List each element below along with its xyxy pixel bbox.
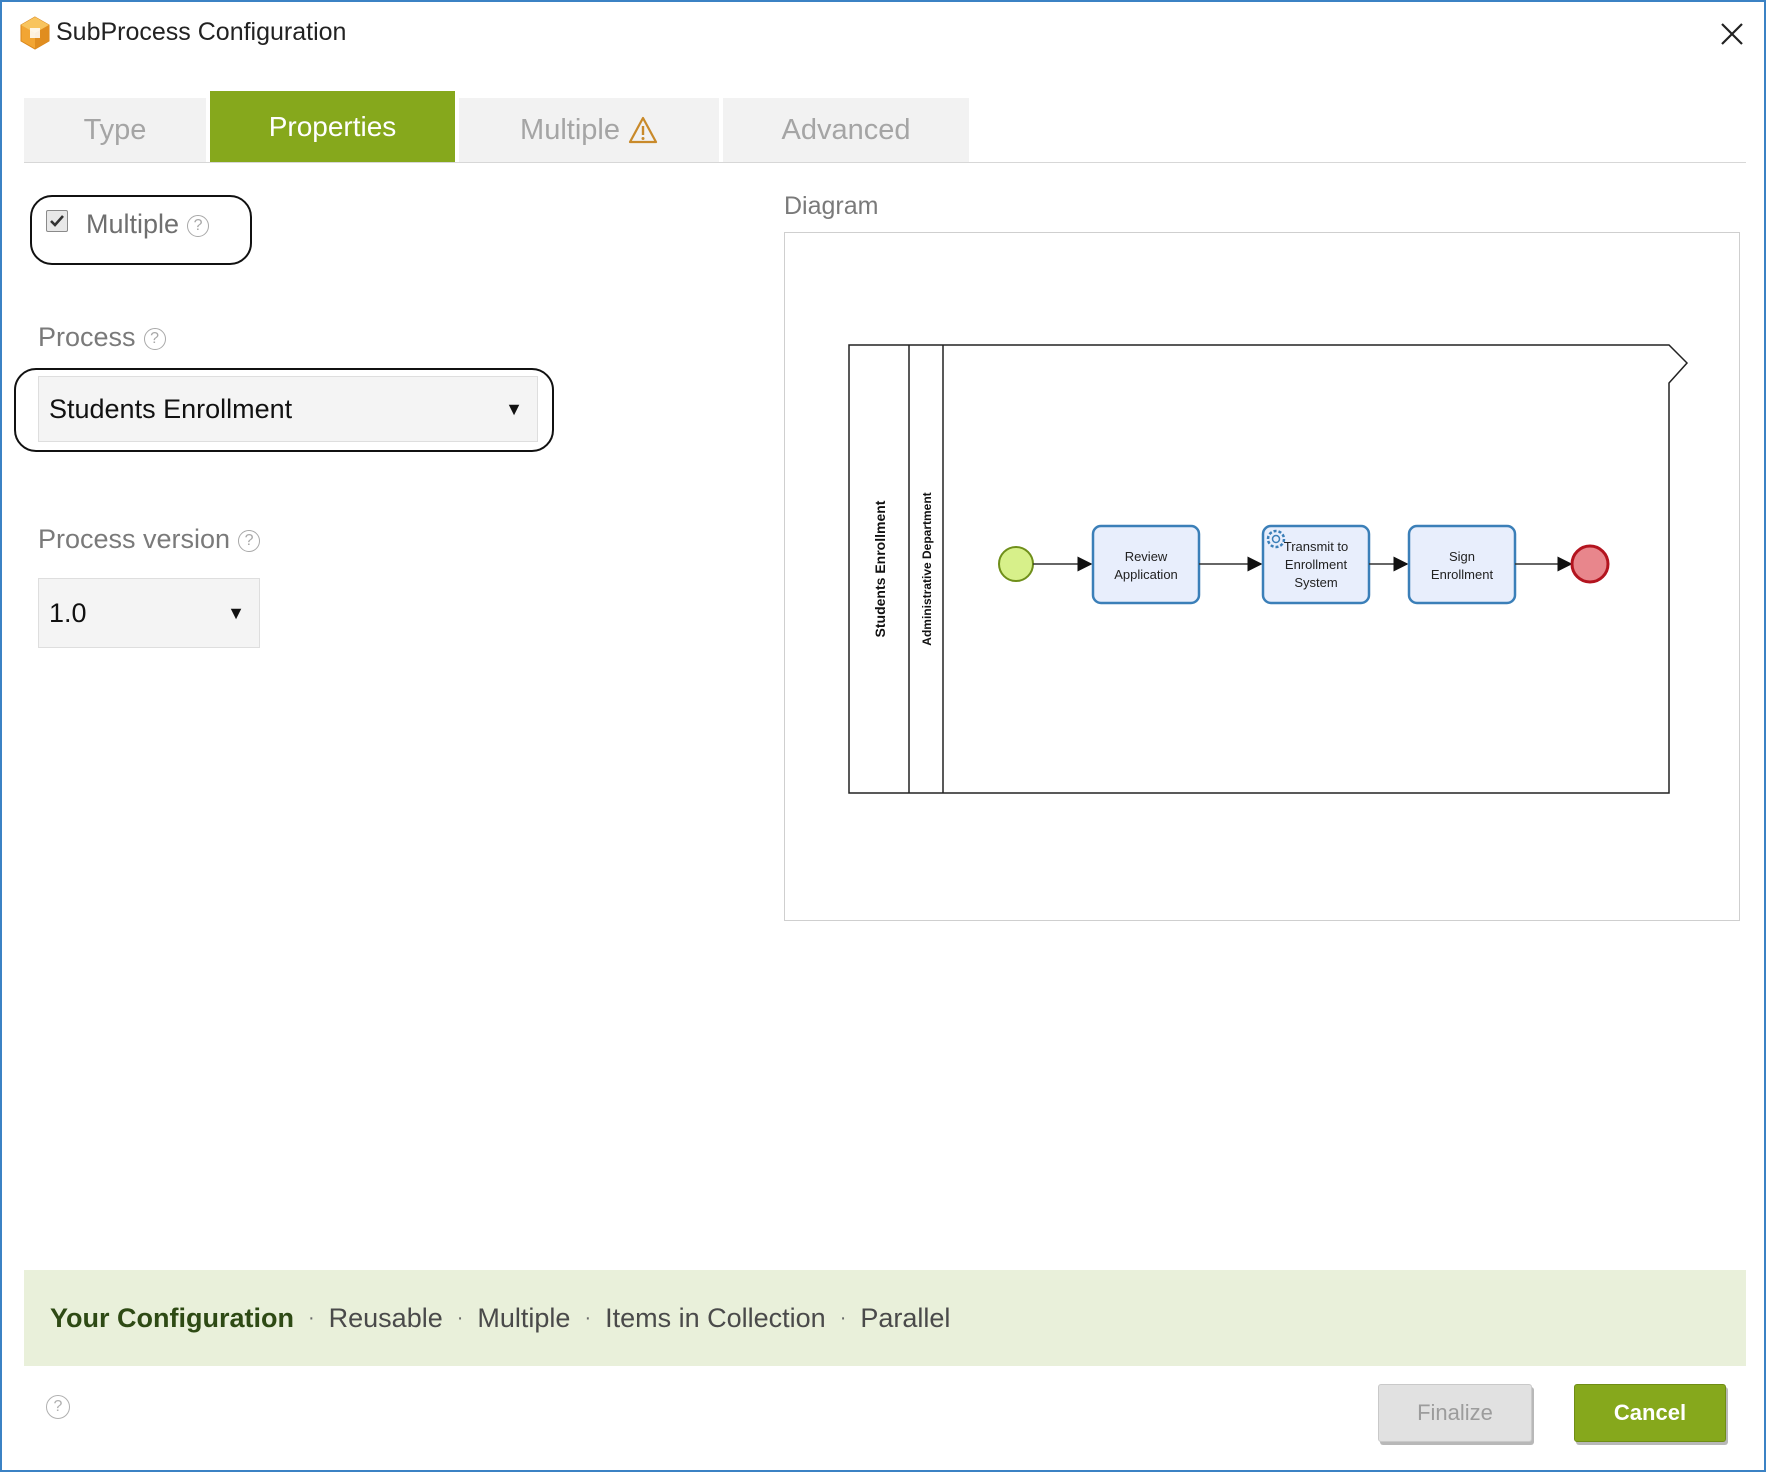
warning-triangle-icon <box>628 116 658 144</box>
tab-multiple[interactable]: Multiple <box>459 98 719 162</box>
separator-dot: · <box>307 1306 315 1329</box>
pool-label: Students Enrollment <box>872 500 888 637</box>
task-label-line: Sign <box>1449 549 1475 564</box>
task-sign-enrollment <box>1407 524 1517 605</box>
task-label-line: Application <box>1114 567 1178 582</box>
diagram-label: Diagram <box>784 192 879 220</box>
process-version-select-value: 1.0 <box>49 597 87 628</box>
tab-properties-label: Properties <box>268 110 397 142</box>
configuration-summary: Your Configuration · Reusable · Multiple… <box>24 1270 1746 1366</box>
tab-multiple-label: Multiple <box>520 113 620 146</box>
process-select-value: Students Enrollment <box>49 393 293 424</box>
task-review-application <box>1091 524 1201 605</box>
task-label-line: Transmit to <box>1284 539 1349 554</box>
configuration-item: Parallel <box>860 1302 951 1333</box>
help-question-icon[interactable]: ? <box>238 529 261 552</box>
separator-dot: · <box>839 1306 847 1329</box>
multiple-checkbox[interactable] <box>46 210 68 232</box>
separator-dot: · <box>456 1306 464 1329</box>
task-label-line: Review <box>1125 549 1168 564</box>
finalize-button[interactable]: Finalize <box>1378 1384 1532 1442</box>
process-version-label-row: Process version? <box>38 524 261 555</box>
multiple-label-row: Multiple? <box>86 209 210 240</box>
subprocess-configuration-dialog: SubProcess Configuration Type Properties… <box>0 0 1766 1472</box>
configuration-item: Multiple <box>477 1302 571 1333</box>
configuration-item: Items in Collection <box>605 1302 826 1333</box>
diagram-panel: Students Enrollment Administrative Depar… <box>784 232 1740 921</box>
tab-advanced-label: Advanced <box>781 113 911 146</box>
process-label: Process <box>38 322 136 352</box>
close-icon[interactable] <box>1714 16 1750 52</box>
separator-dot: · <box>584 1306 592 1329</box>
tab-advanced[interactable]: Advanced <box>723 98 969 162</box>
dropdown-caret-icon: ▼ <box>505 398 523 419</box>
tab-type-label: Type <box>83 113 147 146</box>
task-label-line: System <box>1294 575 1337 590</box>
configuration-item: Reusable <box>328 1302 443 1333</box>
end-event <box>1570 544 1610 584</box>
app-cube-icon <box>20 16 50 50</box>
start-event <box>998 546 1034 582</box>
tab-properties[interactable]: Properties <box>210 91 455 162</box>
task-label-line: Enrollment <box>1285 557 1348 572</box>
process-select[interactable]: Students Enrollment ▼ <box>38 376 538 442</box>
process-version-select[interactable]: 1.0 ▼ <box>38 578 260 648</box>
help-question-icon[interactable]: ? <box>187 214 210 237</box>
bpmn-diagram: Students Enrollment Administrative Depar… <box>848 344 1689 794</box>
checkmark-icon <box>50 215 64 227</box>
task-label-line: Enrollment <box>1431 567 1494 582</box>
dropdown-caret-icon: ▼ <box>227 602 245 623</box>
process-label-row: Process? <box>38 322 166 353</box>
dialog-title: SubProcess Configuration <box>56 18 347 46</box>
tab-type[interactable]: Type <box>24 98 206 162</box>
lane-label: Administrative Department <box>920 492 934 645</box>
process-version-label: Process version <box>38 524 231 554</box>
cancel-button[interactable]: Cancel <box>1574 1384 1726 1442</box>
multiple-label: Multiple <box>86 209 180 239</box>
help-question-icon[interactable]: ? <box>143 327 166 350</box>
help-question-icon[interactable]: ? <box>46 1395 70 1419</box>
configuration-heading: Your Configuration <box>50 1302 294 1333</box>
tab-divider <box>24 162 1746 163</box>
